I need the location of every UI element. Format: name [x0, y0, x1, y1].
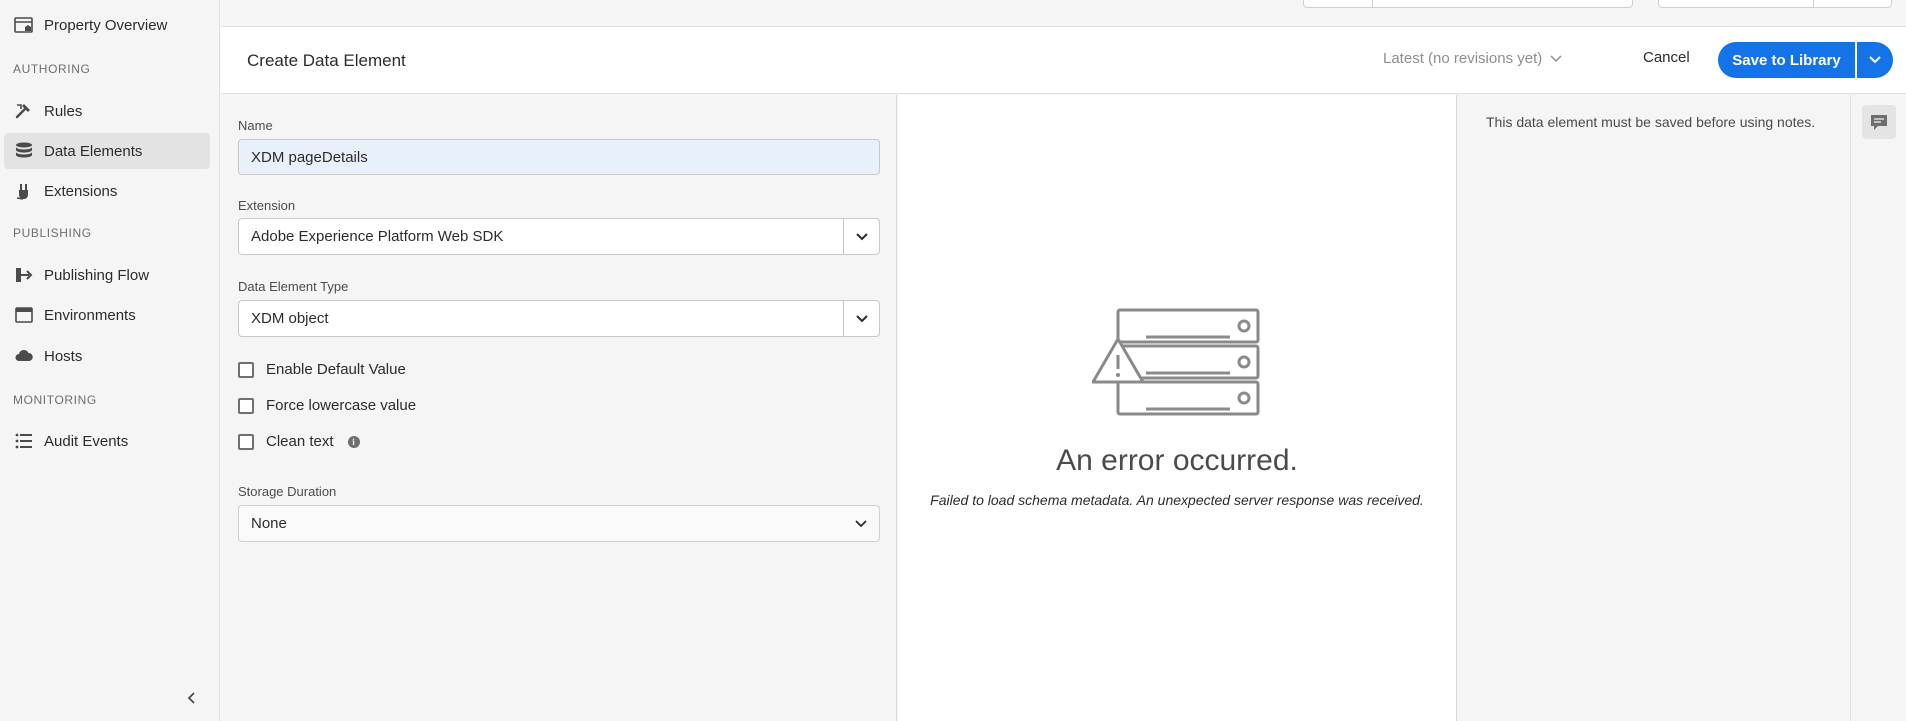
storage-duration-value: None: [251, 515, 287, 532]
rules-icon: [14, 101, 34, 121]
notes-panel: This data element must be saved before u…: [1458, 95, 1851, 721]
section-label-publishing: PUBLISHING: [13, 226, 92, 240]
editor-header: Create Data Element Latest (no revisions…: [221, 27, 1906, 94]
notes-message: This data element must be saved before u…: [1486, 114, 1816, 130]
sidebar-item-label: Publishing Flow: [44, 266, 150, 284]
data-element-type-picker[interactable]: XDM object: [238, 300, 880, 337]
sidebar: Property Overview AUTHORING Rules Data E…: [0, 0, 220, 721]
hosts-icon: [14, 346, 34, 366]
sidebar-item-label: Audit Events: [44, 432, 129, 450]
info-icon[interactable]: i: [347, 435, 360, 448]
top-control-group-secondary[interactable]: [1658, 0, 1892, 8]
extensions-icon: [14, 181, 34, 201]
clean-text-checkbox[interactable]: [238, 433, 254, 450]
sidebar-item-label: Extensions: [44, 182, 118, 200]
checkbox-label: Force lowercase value: [266, 397, 417, 414]
extension-picker[interactable]: Adobe Experience Platform Web SDK: [238, 218, 880, 255]
revision-label: Latest (no revisions yet): [1383, 50, 1543, 67]
sidebar-item-label: Environments: [44, 306, 136, 324]
top-control-group[interactable]: [1303, 0, 1633, 8]
chevron-down-icon: [1869, 56, 1881, 64]
environments-icon: [14, 305, 34, 325]
publishing-flow-icon: [14, 265, 34, 285]
save-to-library-button[interactable]: Save to Library: [1718, 42, 1855, 78]
sidebar-item-environments[interactable]: Environments: [4, 297, 210, 333]
sidebar-item-rules[interactable]: Rules: [4, 93, 210, 129]
name-field[interactable]: XDM pageDetails: [238, 139, 880, 175]
property-overview-icon: [14, 15, 34, 35]
sidebar-item-label: Hosts: [44, 347, 83, 365]
type-label: Data Element Type: [238, 279, 349, 294]
error-description: Failed to load schema metadata. An unexp…: [930, 492, 1424, 508]
sidebar-item-extensions[interactable]: Extensions: [4, 173, 210, 209]
collapse-sidebar-button[interactable]: [182, 688, 202, 708]
sidebar-item-label: Data Elements: [44, 142, 143, 160]
chevron-down-icon: [855, 314, 868, 322]
extension-dropdown-button[interactable]: [843, 219, 879, 254]
extension-value: Adobe Experience Platform Web SDK: [251, 228, 504, 245]
chevron-down-icon: [855, 519, 867, 527]
force-lowercase-row: Force lowercase value: [238, 397, 416, 414]
checkbox-label: Clean text: [266, 433, 334, 450]
data-element-form: Name XDM pageDetails Extension Adobe Exp…: [221, 95, 897, 721]
schema-error-panel: An error occurred. Failed to load schema…: [898, 95, 1457, 721]
comment-icon: [1871, 115, 1887, 130]
page-title: Create Data Element: [247, 51, 406, 70]
save-options-button[interactable]: [1857, 42, 1893, 78]
section-label-monitoring: MONITORING: [13, 393, 97, 407]
cancel-button[interactable]: Cancel: [1643, 49, 1690, 66]
sidebar-item-label: Rules: [44, 102, 83, 120]
chevron-left-icon: [187, 692, 195, 704]
storage-duration-label: Storage Duration: [238, 484, 337, 499]
enable-default-value-checkbox[interactable]: [238, 361, 254, 378]
type-value: XDM object: [251, 310, 329, 327]
sidebar-item-publishing-flow[interactable]: Publishing Flow: [4, 257, 210, 293]
sidebar-item-data-elements[interactable]: Data Elements: [4, 133, 210, 169]
sidebar-item-label: Property Overview: [44, 16, 168, 34]
audit-events-icon: [14, 431, 34, 451]
sidebar-item-hosts[interactable]: Hosts: [4, 338, 210, 374]
extension-label: Extension: [238, 198, 296, 213]
enable-default-value-row: Enable Default Value: [238, 361, 406, 378]
sidebar-item-property-overview[interactable]: Property Overview: [4, 7, 210, 43]
chevron-down-icon: [855, 232, 868, 240]
error-title: An error occurred.: [1056, 444, 1298, 477]
chevron-down-icon: [1550, 54, 1562, 62]
type-dropdown-button[interactable]: [843, 301, 879, 336]
data-elements-icon: [14, 141, 34, 161]
section-label-authoring: AUTHORING: [13, 62, 91, 76]
notes-toggle-button[interactable]: [1862, 105, 1896, 139]
server-error-illustration: [1092, 308, 1260, 416]
force-lowercase-checkbox[interactable]: [238, 397, 254, 414]
name-label: Name: [238, 118, 273, 133]
top-toolbar: [221, 0, 1906, 27]
storage-duration-picker[interactable]: None: [238, 505, 880, 542]
right-rail: [1852, 95, 1906, 721]
clean-text-row: Clean text i: [238, 433, 360, 450]
revision-picker[interactable]: Latest (no revisions yet): [1383, 50, 1562, 67]
checkbox-label: Enable Default Value: [266, 361, 406, 378]
sidebar-item-audit-events[interactable]: Audit Events: [4, 423, 210, 459]
